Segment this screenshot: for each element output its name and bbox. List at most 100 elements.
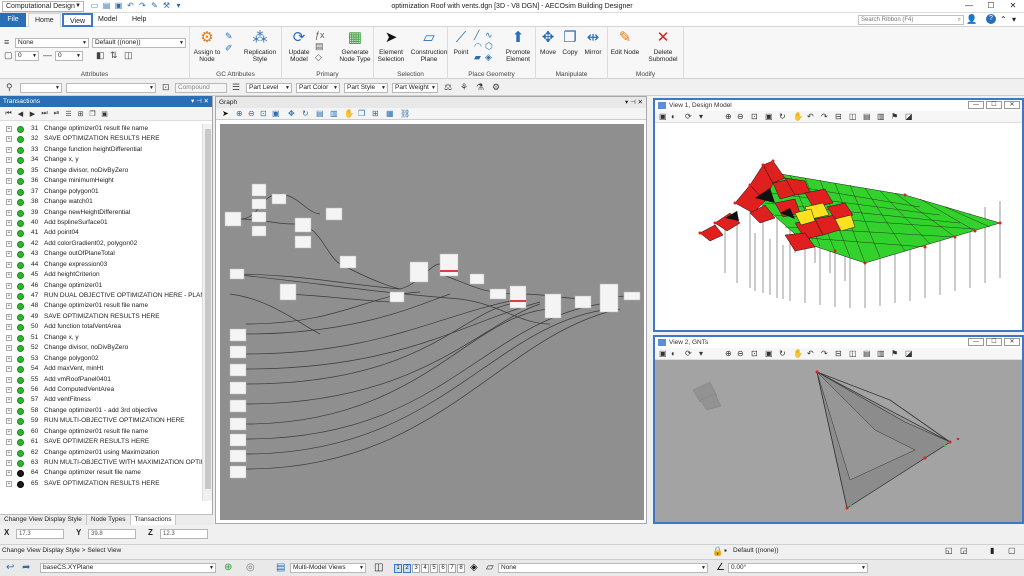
- zoom-in-icon[interactable]: ⊕: [236, 109, 243, 118]
- status-dot-icon[interactable]: [17, 293, 24, 300]
- transaction-row[interactable]: +50 Add function totalVentArea: [0, 322, 202, 332]
- transaction-row[interactable]: +37 Change polygon01: [0, 187, 202, 197]
- angle-icon[interactable]: ∠: [716, 562, 725, 573]
- status-dot-icon[interactable]: [17, 126, 24, 133]
- transaction-row[interactable]: +59 RUN MULTI-OBJECTIVE OPTIMIZATION HERE: [0, 416, 202, 426]
- transaction-row[interactable]: +54 Add maxVent, minHt: [0, 364, 202, 374]
- expand-icon[interactable]: +: [6, 261, 12, 268]
- status-dot-icon[interactable]: [17, 439, 24, 447]
- play-icon[interactable]: ▶: [28, 110, 37, 118]
- render-icon[interactable]: ◪: [905, 349, 913, 358]
- expand-icon[interactable]: +: [6, 366, 12, 373]
- transaction-row[interactable]: +36 Change minimumHeight: [0, 176, 202, 186]
- status-dot-icon[interactable]: [17, 240, 24, 248]
- status-dot-icon[interactable]: [17, 324, 24, 332]
- expand-icon[interactable]: +: [6, 251, 12, 258]
- status-dot-icon[interactable]: [17, 470, 24, 478]
- pencil-icon[interactable]: ✎: [225, 31, 233, 42]
- expand-icon[interactable]: +: [6, 386, 12, 393]
- filter-icon[interactable]: ⊞: [76, 110, 85, 118]
- rotate-view-icon[interactable]: ↻: [779, 112, 786, 121]
- transaction-row[interactable]: +35 Change divisor, noDivByZero: [0, 166, 202, 176]
- transaction-row[interactable]: +63 RUN MULTI-OBJECTIVE WITH MAXIMIZATION…: [0, 458, 202, 468]
- expand-icon[interactable]: +: [6, 313, 12, 320]
- restore-ribbon-icon[interactable]: ⌃: [1000, 15, 1007, 24]
- expand-icon[interactable]: +: [6, 470, 12, 477]
- view-2-minimize[interactable]: —: [968, 338, 984, 346]
- compound-combo[interactable]: Compound: [175, 83, 227, 93]
- status-dot-icon[interactable]: [17, 397, 24, 405]
- status-dot-icon[interactable]: [17, 449, 24, 457]
- status-dot-icon[interactable]: [17, 157, 24, 165]
- status-dot-icon[interactable]: [17, 313, 24, 321]
- expand-icon[interactable]: +: [6, 199, 12, 206]
- part-tool-3-icon[interactable]: ⚗: [476, 82, 484, 93]
- expand-icon[interactable]: +: [6, 439, 12, 446]
- line-icon[interactable]: ╱: [474, 30, 479, 41]
- element-selection-button[interactable]: ➤ Element Selection: [374, 29, 408, 63]
- view-previous-icon[interactable]: ↶: [807, 349, 814, 358]
- cell-icon[interactable]: ⊡: [162, 82, 170, 93]
- expand-icon[interactable]: +: [6, 407, 12, 414]
- acs-combo[interactable]: baseCS.XYPlane ▼: [40, 563, 216, 573]
- transactions-scrollbar[interactable]: [202, 124, 212, 501]
- solid-icon[interactable]: ◈: [485, 52, 492, 63]
- view-attributes-icon[interactable]: ▣: [659, 112, 667, 121]
- view-groups-icon[interactable]: ◫: [374, 562, 383, 573]
- transaction-row[interactable]: +42 Add colorGradient02, polygon02: [0, 239, 202, 249]
- step-icon[interactable]: ⏯: [52, 110, 61, 118]
- rotate-view-icon[interactable]: ↻: [779, 349, 786, 358]
- clip-icon[interactable]: ⊟: [835, 349, 842, 358]
- clip-icon[interactable]: ⊟: [835, 112, 842, 121]
- expand-icon[interactable]: +: [6, 272, 12, 279]
- view-dropdown-icon[interactable]: ▾: [699, 349, 703, 358]
- camera-icon[interactable]: ◫: [849, 349, 857, 358]
- line-weight-icon[interactable]: ☰: [232, 82, 240, 93]
- zoom-in-view-icon[interactable]: ⊕: [725, 112, 732, 121]
- expand-icon[interactable]: +: [6, 157, 12, 164]
- expand-icon[interactable]: +: [6, 418, 12, 425]
- weight-combo[interactable]: 0 ▼: [55, 51, 83, 61]
- zoom-out-view-icon[interactable]: ⊖: [737, 112, 744, 121]
- transaction-row[interactable]: +55 Add vmRoofPanel0401: [0, 375, 202, 385]
- expand-icon[interactable]: +: [6, 355, 12, 362]
- promote-element-button[interactable]: ⬆ Promote Element: [500, 29, 536, 63]
- transaction-row[interactable]: +40 Add bsplineSurface01: [0, 218, 202, 228]
- link-icon[interactable]: ⛓: [400, 109, 410, 118]
- part-tool-4-icon[interactable]: ⚙: [492, 82, 500, 93]
- script-icon[interactable]: ▤: [315, 41, 324, 52]
- status-dot-icon[interactable]: [17, 460, 24, 467]
- status-dot-icon[interactable]: [17, 261, 24, 269]
- fit-view-2-icon[interactable]: ▣: [765, 349, 773, 358]
- expand-icon[interactable]: +: [6, 480, 12, 487]
- status-dot-icon[interactable]: [17, 345, 24, 353]
- tab-file[interactable]: File: [0, 13, 26, 27]
- transaction-row[interactable]: +61 SAVE OPTIMIZER RESULTS HERE: [0, 437, 202, 447]
- status-dot-icon[interactable]: [17, 209, 24, 217]
- expand-icon[interactable]: +: [6, 324, 12, 331]
- status-dot-icon[interactable]: [17, 303, 24, 311]
- minimize-button[interactable]: —: [958, 0, 980, 12]
- transaction-row[interactable]: +65 SAVE OPTIMIZATION RESULTS HERE: [0, 479, 202, 489]
- fit-view-1-icon[interactable]: ▣: [765, 112, 773, 121]
- view-dropdown-icon[interactable]: ▾: [699, 112, 703, 121]
- color-swatch-icon[interactable]: ▢: [4, 50, 13, 61]
- expand-icon[interactable]: +: [6, 397, 12, 404]
- transaction-row[interactable]: +45 Add heightCriterion: [0, 270, 202, 280]
- status-dot-icon[interactable]: [17, 199, 24, 207]
- attr-combo-2[interactable]: ▼: [66, 83, 156, 93]
- part-color-combo[interactable]: Part Color ▼: [296, 83, 340, 93]
- expand-icon[interactable]: +: [6, 146, 12, 153]
- expand-icon[interactable]: +: [6, 293, 12, 299]
- refresh-icon[interactable]: ⟳: [685, 349, 692, 358]
- view-next-icon[interactable]: ↷: [821, 349, 828, 358]
- arrange-icon[interactable]: ▥: [330, 109, 338, 118]
- transaction-row[interactable]: +34 Change x, y: [0, 155, 202, 165]
- view-previous-icon[interactable]: ↶: [807, 112, 814, 121]
- view-button-3[interactable]: 3: [412, 564, 420, 573]
- status-dot-icon[interactable]: [17, 386, 24, 394]
- expand-icon[interactable]: +: [6, 376, 12, 383]
- pan-icon[interactable]: ✥: [288, 109, 295, 118]
- section-icon[interactable]: ▤: [863, 112, 871, 121]
- status-dot-icon[interactable]: [17, 366, 24, 374]
